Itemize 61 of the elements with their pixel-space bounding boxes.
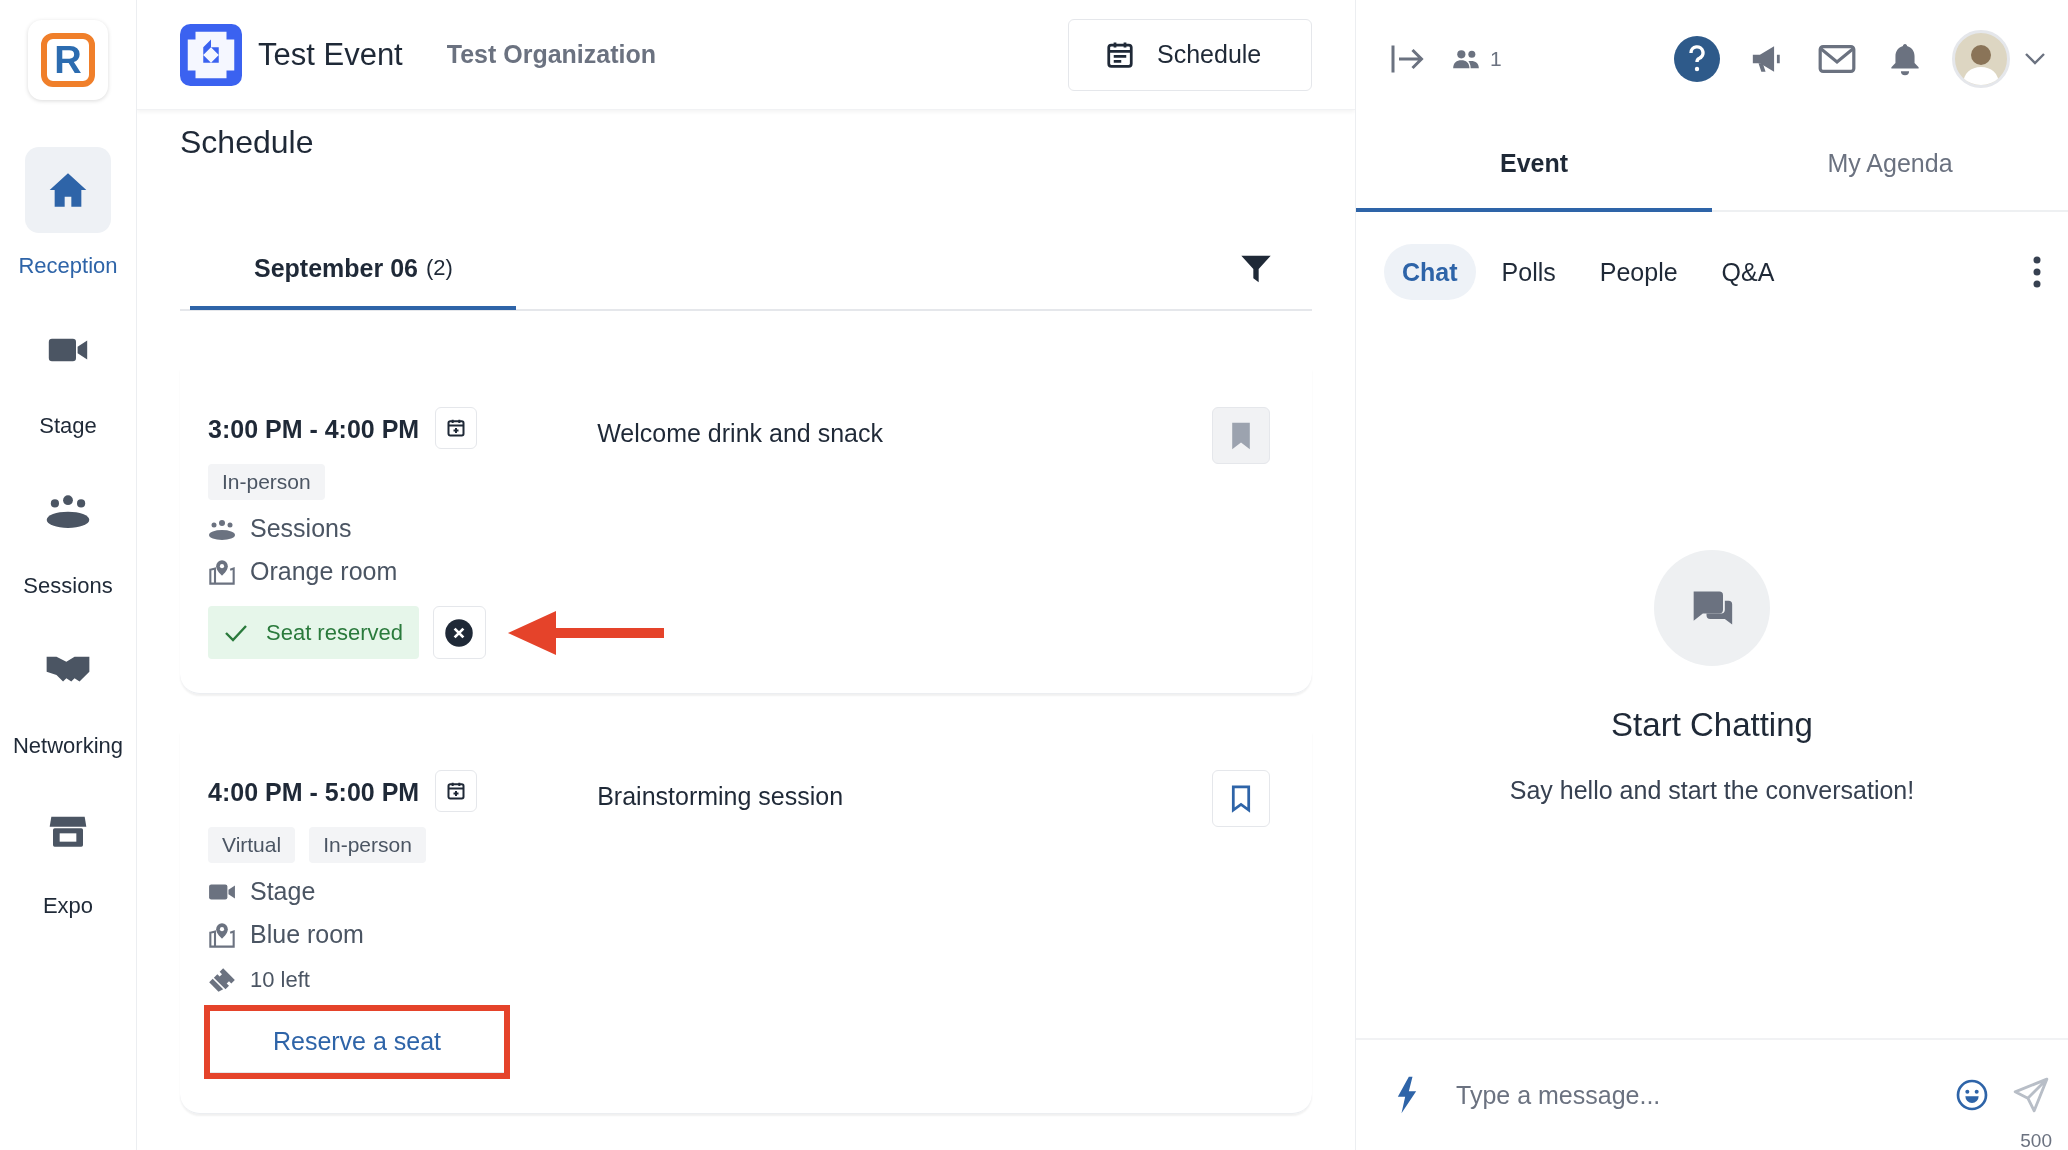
chat-tab[interactable]: Polls <box>1483 244 1574 300</box>
panel-tab[interactable]: Event <box>1356 118 1712 212</box>
chat-tab[interactable]: Chat <box>1384 244 1476 300</box>
nav-item[interactable]: Stage <box>0 307 137 467</box>
exit-arrow-icon[interactable] <box>1390 44 1426 74</box>
bookmark-icon <box>1230 420 1252 451</box>
map-pin-icon <box>208 558 236 585</box>
nav-item[interactable]: Reception <box>0 147 137 307</box>
question-mark-icon <box>1687 45 1707 73</box>
mail-icon[interactable] <box>1818 44 1856 74</box>
format-tag: Virtual <box>208 827 296 863</box>
session-title: Brainstorming session <box>597 782 844 811</box>
page-title: Schedule <box>180 124 315 161</box>
bell-icon[interactable] <box>1890 42 1920 76</box>
session-title: Welcome drink and snack <box>597 419 883 448</box>
session-detail: Orange room <box>250 557 398 586</box>
chat-tab[interactable]: Q&A <box>1703 244 1793 300</box>
emoji-icon[interactable] <box>1956 1079 1988 1111</box>
help-button[interactable] <box>1674 36 1720 82</box>
map-pin-icon <box>208 921 236 948</box>
session-detail: Blue room <box>250 920 364 949</box>
organization-name: Test Organization <box>446 40 657 69</box>
session-detail: Stage <box>250 877 316 906</box>
attendee-count: 1 <box>1490 47 1502 71</box>
home-icon <box>48 171 88 209</box>
bookmark-button[interactable] <box>1212 770 1270 827</box>
bookmark-icon <box>1230 783 1252 814</box>
date-tab[interactable]: September 06 (2) <box>190 230 516 310</box>
calendar-plus-icon <box>446 418 467 438</box>
add-to-calendar-button[interactable] <box>435 770 478 812</box>
empty-state-message: Say hello and start the conversation! <box>1509 776 1915 805</box>
session-time: 3:00 PM - 4:00 PM <box>208 415 420 444</box>
app-logo[interactable]: R <box>28 20 108 100</box>
event-logo-drawing <box>180 23 242 86</box>
add-to-calendar-button[interactable] <box>435 407 478 449</box>
ticket-icon <box>208 967 236 993</box>
session-detail: 10 left <box>250 967 310 993</box>
attendees-icon <box>1452 48 1480 70</box>
message-input[interactable]: Type a message... <box>1454 1069 1956 1121</box>
format-tag: In-person <box>309 827 426 863</box>
close-icon <box>444 617 475 648</box>
panel-tab[interactable]: My Agenda <box>1712 118 2068 212</box>
empty-state-title: Start Chatting <box>1611 706 1813 744</box>
cancel-reservation-button[interactable] <box>432 606 486 659</box>
character-limit: 500 <box>2020 1130 2052 1150</box>
event-title: Test Event <box>258 36 403 73</box>
chat-tab[interactable]: People <box>1581 244 1696 300</box>
more-options-icon[interactable] <box>2032 256 2042 288</box>
schedule-button[interactable]: Schedule <box>1068 18 1312 91</box>
nav-item[interactable]: Networking <box>0 627 137 787</box>
calendar-plus-icon <box>446 781 467 801</box>
chevron-down-icon[interactable] <box>2024 52 2046 66</box>
filter-icon[interactable] <box>1240 253 1272 285</box>
group-icon <box>45 492 91 528</box>
session-time: 4:00 PM - 5:00 PM <box>208 778 420 807</box>
nav-item[interactable]: Sessions <box>0 467 137 627</box>
nav-item[interactable]: Expo <box>0 787 137 947</box>
session-detail: Sessions <box>250 514 352 543</box>
format-tag: In-person <box>208 464 325 500</box>
lightning-icon[interactable] <box>1396 1076 1418 1114</box>
seat-reserved-badge: Seat reserved <box>208 606 419 659</box>
